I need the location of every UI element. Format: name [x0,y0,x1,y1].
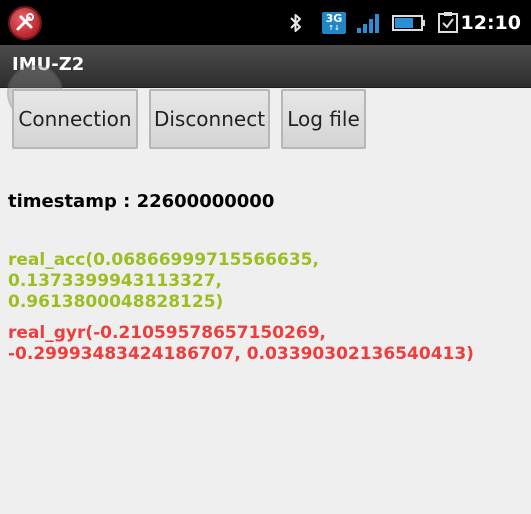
clipboard-check-icon [438,12,458,33]
status-clock: 12:10 [460,12,521,34]
bluetooth-icon [290,14,301,32]
signal-icon [357,14,379,33]
real-acc-readout: real_acc(0.06866999715566635, 0.13733999… [8,250,528,313]
log-file-button[interactable]: Log file [281,89,366,149]
real-gyr-line: real_gyr(-0.21059578657150269, [8,323,327,343]
tools-app-icon[interactable] [10,8,40,38]
status-bar: 3G ↑↓ 12:10 [0,0,531,45]
real-acc-line: 0.9613800048828125) [8,292,224,312]
3g-icon: 3G ↑↓ [322,12,346,34]
disconnect-button[interactable]: Disconnect [149,89,270,149]
timestamp-readout: timestamp : 22600000000 [8,191,275,212]
connection-button[interactable]: Connection [12,89,138,149]
real-acc-line: 0.1373399943113327, [8,271,223,291]
real-gyr-readout: real_gyr(-0.21059578657150269, -0.299934… [8,323,528,365]
real-acc-line: real_acc(0.06866999715566635, [8,250,319,270]
battery-icon [392,15,425,31]
real-gyr-line: -0.29993483424186707, 0.0339030213654041… [8,344,474,364]
app-title-bar: IMU-Z2 [0,45,531,88]
